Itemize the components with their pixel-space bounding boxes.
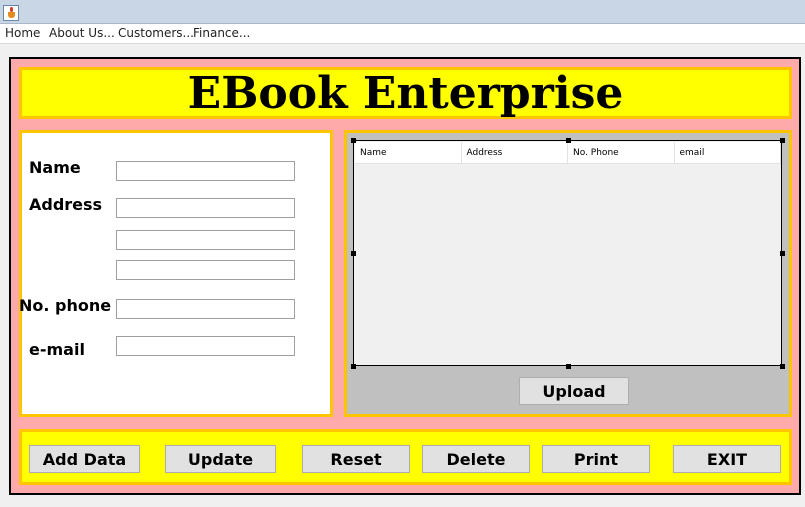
address-field-line3[interactable] <box>116 260 295 280</box>
address-label: Address <box>29 195 103 214</box>
column-header-email[interactable]: email <box>674 142 781 164</box>
update-button[interactable]: Update <box>165 445 276 473</box>
customer-table[interactable]: Name Address No. Phone email <box>353 140 782 366</box>
menu-customers[interactable]: Customers... <box>118 26 194 40</box>
delete-button[interactable]: Delete <box>422 445 530 473</box>
print-button[interactable]: Print <box>542 445 650 473</box>
resize-handle-top[interactable] <box>566 138 571 143</box>
header-panel: EBook Enterprise <box>19 67 792 119</box>
menu-about-us[interactable]: About Us... <box>49 26 115 40</box>
reset-button[interactable]: Reset <box>302 445 410 473</box>
column-header-name[interactable]: Name <box>355 142 462 164</box>
address-field-line2[interactable] <box>116 230 295 250</box>
phone-field[interactable] <box>116 299 295 319</box>
menubar: Home About Us... Customers... Finance... <box>0 24 805 44</box>
exit-button[interactable]: EXIT <box>673 445 781 473</box>
phone-label: No. phone <box>19 296 112 315</box>
window-titlebar <box>0 0 805 24</box>
resize-handle-top-left[interactable] <box>351 138 356 143</box>
email-field[interactable] <box>116 336 295 356</box>
resize-handle-bottom-left[interactable] <box>351 364 356 369</box>
java-cup-body <box>8 12 15 18</box>
add-data-button[interactable]: Add Data <box>29 445 140 473</box>
page-title: EBook Enterprise <box>187 68 624 119</box>
menu-finance[interactable]: Finance... <box>193 26 250 40</box>
address-field-line1[interactable] <box>116 198 295 218</box>
resize-handle-right[interactable] <box>780 251 785 256</box>
resize-handle-top-right[interactable] <box>780 138 785 143</box>
resize-handle-left[interactable] <box>351 251 356 256</box>
table-header-row: Name Address No. Phone email <box>355 142 781 164</box>
java-cup-icon[interactable] <box>3 5 19 21</box>
column-header-phone[interactable]: No. Phone <box>568 142 675 164</box>
menu-home[interactable]: Home <box>5 26 40 40</box>
resize-handle-bottom-right[interactable] <box>780 364 785 369</box>
name-label: Name <box>29 158 81 177</box>
email-label: e-mail <box>29 340 85 359</box>
resize-handle-bottom[interactable] <box>566 364 571 369</box>
name-field[interactable] <box>116 161 295 181</box>
column-header-address[interactable]: Address <box>461 142 568 164</box>
upload-button[interactable]: Upload <box>519 377 629 405</box>
